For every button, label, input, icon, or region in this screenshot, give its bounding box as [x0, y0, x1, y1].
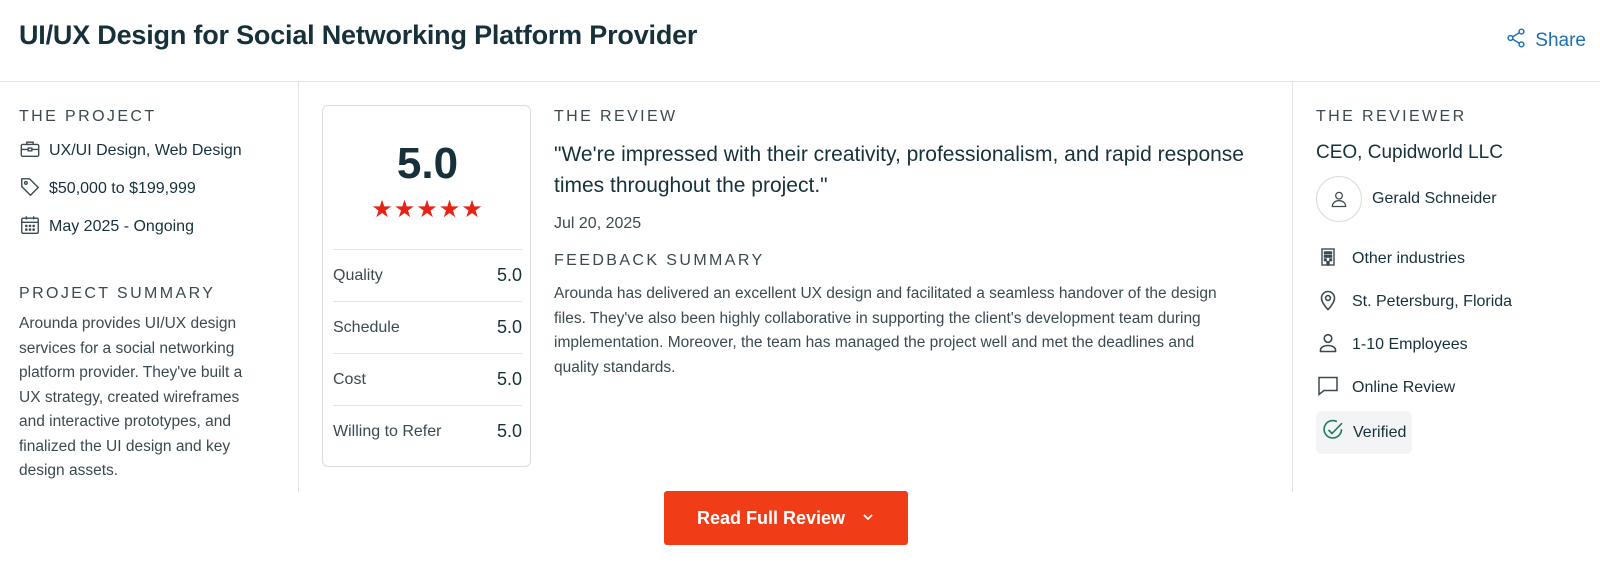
chevron-down-icon: [861, 508, 875, 529]
summary-line: finalized the UI design and key: [19, 437, 231, 455]
share-label: Share: [1535, 30, 1586, 51]
quote-line: "We're impressed with their creativity, …: [554, 143, 1244, 166]
rating-value: 5.0: [496, 369, 522, 389]
review-header: UI/UX Design for Social Networking Platf…: [0, 0, 1600, 82]
project-timeline-text: May 2025 - Ongoing: [49, 218, 194, 235]
review-type-text: Online Review: [1352, 379, 1456, 396]
project-summary-label: PROJECT SUMMARY: [19, 285, 216, 302]
project-timeline: May 2025 - Ongoing: [19, 214, 274, 241]
summary-line: platform provider. They've built a: [19, 364, 243, 381]
reviewer-person: Gerald Schneider: [1316, 176, 1586, 222]
feedback-line: implementation. Moreover, the team has m…: [554, 334, 1195, 352]
price-tag-icon: [19, 176, 41, 203]
star-rating: ★★★★★: [371, 196, 484, 223]
reviewer-section-label: THE REVIEWER: [1316, 108, 1467, 125]
column-divider: [1292, 82, 1293, 492]
summary-line: Arounda provides UI/UX design: [19, 315, 237, 332]
check-circle-icon: [1321, 418, 1345, 447]
rating-card: 5.0 ★★★★★ Quality 5.0 Schedule 5.0 Cost …: [322, 105, 531, 467]
building-icon: [1316, 245, 1340, 274]
project-budget-text: $50,000 to $199,999: [49, 180, 196, 197]
rating-label: Willing to Refer: [333, 422, 442, 440]
verified-badge: Verified: [1316, 411, 1413, 454]
review-section-label: THE REVIEW: [554, 108, 678, 125]
rating-label: Quality: [333, 266, 383, 284]
reviewer-location-text: St. Petersburg, Florida: [1352, 293, 1513, 310]
rating-value: 5.0: [496, 265, 522, 285]
project-column: THE PROJECT UX/UI Design, Web Design $50…: [19, 108, 274, 484]
project-summary-text: Arounda provides UI/UX design services f…: [19, 312, 274, 484]
feedback-line: files. They've also been highly collabor…: [554, 309, 1201, 327]
reviewer-column: THE REVIEWER CEO, Cupidworld LLC Gerald …: [1316, 108, 1586, 454]
project-section-label: THE PROJECT: [19, 108, 157, 125]
project-services-text: UX/UI Design, Web Design: [49, 142, 242, 159]
person-icon: [1316, 331, 1340, 360]
summary-line: design assets.: [19, 462, 119, 479]
chat-bubble-icon: [1316, 374, 1340, 403]
project-services: UX/UI Design, Web Design: [19, 140, 274, 162]
user-icon: [1331, 191, 1347, 208]
verified-label: Verified: [1353, 423, 1407, 441]
summary-line: UX strategy, created wireframes: [19, 388, 240, 406]
feedback-line: quality standards.: [554, 359, 676, 377]
avatar: [1316, 176, 1362, 222]
review-title: UI/UX Design for Social Networking Platf…: [19, 20, 698, 50]
verified-wrapper: Verified: [1316, 411, 1586, 454]
reviewer-review-type: Online Review: [1316, 376, 1586, 400]
summary-line: services for a social networking: [19, 339, 235, 357]
rating-label: Schedule: [333, 318, 400, 336]
review-column: THE REVIEW "We're impressed with their c…: [554, 108, 1274, 381]
column-divider: [298, 82, 299, 492]
reviewer-name: Gerald Schneider: [1372, 190, 1497, 207]
overall-rating: 5.0: [396, 139, 459, 188]
quote-line: times throughout the project.": [554, 174, 828, 197]
read-full-review-label: Read Full Review: [696, 507, 846, 528]
reviewer-role: CEO, Cupidworld LLC: [1316, 142, 1503, 163]
review-date: Jul 20, 2025: [554, 215, 642, 232]
briefcase-icon: [19, 138, 41, 165]
share-button[interactable]: Share: [1505, 27, 1586, 55]
rating-label: Cost: [333, 370, 366, 388]
project-budget: $50,000 to $199,999: [19, 176, 274, 203]
reviewer-industry-text: Other industries: [1352, 250, 1465, 267]
reviewer-size-text: 1-10 Employees: [1352, 336, 1468, 353]
rating-value: 5.0: [496, 421, 522, 441]
feedback-line: Arounda has delivered an excellent UX de…: [554, 285, 1217, 302]
rating-row-cost: Cost 5.0: [333, 353, 522, 405]
reviewer-company-size: 1-10 Employees: [1316, 333, 1586, 357]
rating-value: 5.0: [496, 317, 522, 337]
feedback-summary-text: Arounda has delivered an excellent UX de…: [554, 282, 1274, 381]
summary-line: and interactive prototypes, and: [19, 413, 231, 430]
location-pin-icon: [1316, 288, 1340, 317]
share-icon: [1505, 27, 1527, 55]
read-full-review-button[interactable]: Read Full Review: [664, 491, 908, 545]
feedback-summary-label: FEEDBACK SUMMARY: [554, 252, 765, 269]
review-quote: "We're impressed with their creativity, …: [554, 139, 1274, 201]
calendar-icon: [19, 214, 41, 241]
rating-row-schedule: Schedule 5.0: [333, 301, 522, 353]
reviewer-industry: Other industries: [1316, 247, 1586, 271]
rating-row-willing-to-refer: Willing to Refer 5.0: [333, 405, 522, 457]
rating-row-quality: Quality 5.0: [333, 249, 522, 301]
reviewer-location: St. Petersburg, Florida: [1316, 290, 1586, 314]
